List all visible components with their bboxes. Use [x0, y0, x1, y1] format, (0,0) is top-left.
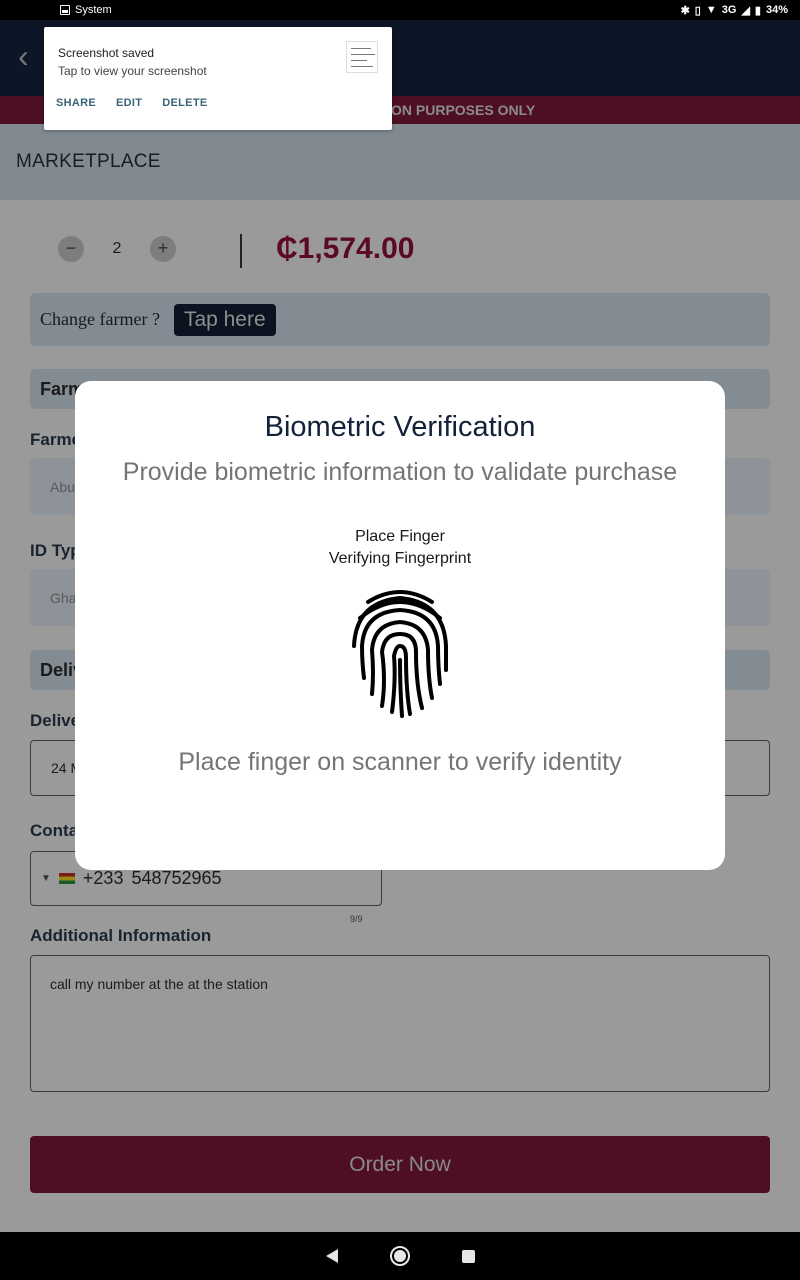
- banner-text: ON PURPOSES ONLY: [391, 102, 536, 118]
- page-title-text: MARKETPLACE: [16, 151, 161, 172]
- change-farmer-bar: Change farmer ? Tap here: [30, 293, 770, 346]
- delivery-address-label: Delive: [30, 711, 81, 730]
- tap-here-button[interactable]: Tap here: [173, 303, 276, 336]
- bluetooth-icon: ✱: [680, 4, 690, 17]
- dialog-subtitle: Provide biometric information to validat…: [122, 458, 678, 486]
- decrement-button[interactable]: −: [58, 236, 84, 262]
- change-farmer-label: Change farmer ?: [40, 309, 160, 329]
- navigation-bar: [0, 1232, 800, 1280]
- back-triangle-icon: [326, 1249, 338, 1263]
- wifi-icon: ▼: [705, 4, 717, 16]
- notification-title: Screenshot saved: [58, 46, 155, 60]
- additional-info-value: call my number at the at the station: [50, 976, 268, 992]
- order-now-button[interactable]: Order Now: [30, 1136, 770, 1193]
- home-circle-icon: [390, 1246, 410, 1266]
- screenshot-thumbnail[interactable]: [346, 41, 378, 73]
- nav-back-button[interactable]: [298, 1249, 366, 1263]
- nav-recents-button[interactable]: [434, 1249, 502, 1263]
- divider: [240, 234, 242, 268]
- chevron-down-icon[interactable]: ▼: [41, 873, 51, 884]
- screenshot-notification[interactable]: Screenshot saved Tap to view your screen…: [44, 27, 392, 130]
- scan-status-line1: Place Finger: [355, 528, 445, 545]
- id-type-label: ID Typ: [30, 541, 81, 560]
- quantity-stepper: − 2 +: [58, 236, 176, 262]
- char-counter: 9/9: [350, 914, 363, 924]
- image-icon: [60, 5, 70, 15]
- nav-home-button[interactable]: [366, 1246, 434, 1266]
- quantity-value: 2: [112, 240, 122, 257]
- fingerprint-icon: [352, 590, 448, 718]
- farmer-name-label: Farme: [30, 430, 82, 449]
- page-title: MARKETPLACE: [0, 124, 800, 200]
- network-type: 3G: [721, 4, 737, 16]
- phone-number: 548752965: [131, 868, 222, 888]
- notification-actions: SHARE EDIT DELETE: [56, 97, 207, 109]
- notification-subtitle: Tap to view your screenshot: [58, 64, 207, 78]
- contact-label: Conta: [30, 821, 79, 840]
- battery-level: 34%: [765, 4, 788, 16]
- additional-info-label: Additional Information: [30, 926, 212, 945]
- recents-square-icon: [461, 1249, 475, 1263]
- additional-info-field[interactable]: call my number at the at the station: [30, 955, 770, 1092]
- ghana-flag-icon: [58, 873, 75, 884]
- increment-button[interactable]: +: [150, 236, 176, 262]
- signal-icon: ◢: [741, 4, 750, 17]
- total-price: ₵1,574.00: [276, 232, 415, 265]
- farmer-name-value: Abu: [50, 478, 75, 495]
- scan-status-line2: Verifying Fingerprint: [328, 550, 472, 567]
- scan-status: Place Finger Verifying Fingerprint: [75, 526, 725, 570]
- battery-icon: ▮: [754, 4, 761, 17]
- delete-action[interactable]: DELETE: [162, 97, 207, 109]
- edit-action[interactable]: EDIT: [116, 97, 142, 109]
- share-action[interactable]: SHARE: [56, 97, 96, 109]
- biometric-dialog: Biometric Verification Provide biometric…: [75, 381, 725, 870]
- country-code: +233: [82, 868, 124, 888]
- vibrate-icon: ▯: [694, 4, 701, 17]
- dialog-hint: Place finger on scanner to verify identi…: [178, 748, 622, 776]
- dialog-title: Biometric Verification: [264, 411, 536, 443]
- status-bar: System ✱ ▯ ▼ 3G ◢ ▮ 34%: [0, 0, 800, 20]
- order-now-label: Order Now: [349, 1152, 451, 1176]
- id-type-value: Gha: [50, 589, 77, 606]
- status-label: System: [75, 4, 112, 16]
